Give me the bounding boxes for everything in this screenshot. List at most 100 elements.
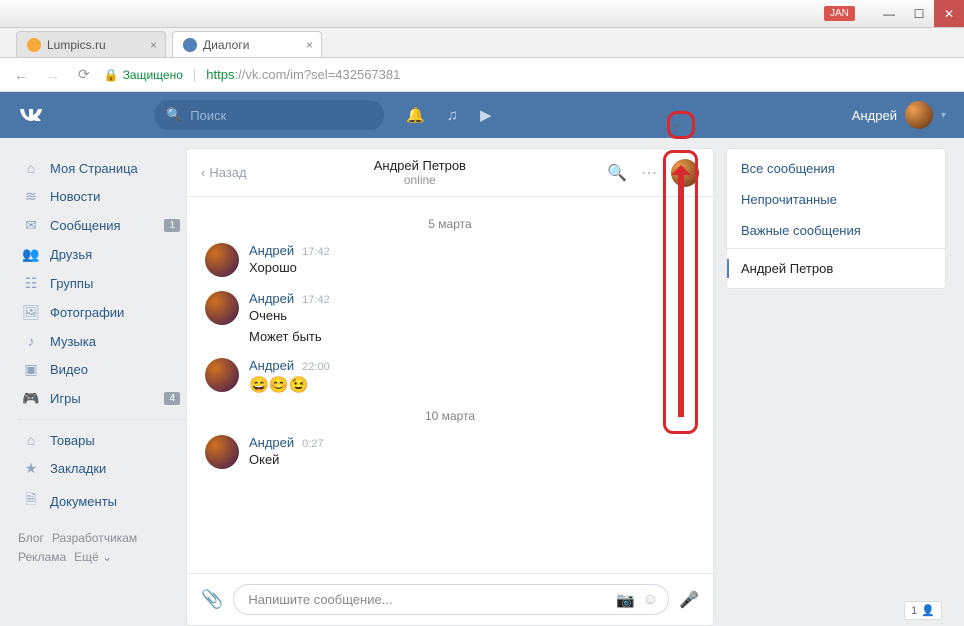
window-close[interactable]: ✕: [934, 0, 964, 27]
message-time: 22:00: [302, 361, 330, 373]
message: Андрей 0:27 Окей: [205, 435, 695, 469]
games-icon: 🎮: [22, 390, 40, 407]
music-icon[interactable]: ♫: [447, 107, 458, 124]
filter-all[interactable]: Все сообщения: [727, 153, 945, 184]
avatar[interactable]: [671, 159, 699, 187]
sidebar-footer: Блог Разработчикам Реклама Ещё ⌄: [18, 529, 186, 567]
tab-label: Диалоги: [203, 38, 249, 52]
nav-forward-icon[interactable]: →: [42, 67, 64, 83]
sidebar-item-bookmarks[interactable]: ★Закладки: [18, 454, 186, 483]
compose-bar: 📎 Напишите сообщение... 📷 ☺ 🎤: [187, 573, 713, 625]
search-placeholder: Поиск: [190, 108, 226, 123]
sidebar-item-news[interactable]: ≋ Новости: [18, 182, 186, 211]
docs-icon: 🗎: [22, 489, 40, 513]
window-minimize[interactable]: —: [874, 0, 904, 27]
message-text: Окей: [249, 452, 324, 467]
nav-separator: [18, 419, 186, 420]
attach-icon[interactable]: 📎: [201, 589, 223, 610]
feed-icon: ≋: [22, 188, 40, 205]
sidebar-item-docs[interactable]: 🗎Документы: [18, 483, 186, 519]
message-time: 0:27: [302, 438, 323, 450]
link-more[interactable]: Ещё ⌄: [74, 550, 112, 564]
url-separator: |: [193, 67, 196, 82]
window-maximize[interactable]: ☐: [904, 0, 934, 27]
chevron-down-icon: ▾: [941, 110, 946, 121]
message-text: Хорошо: [249, 260, 330, 275]
url-text[interactable]: https://vk.com/im?sel=432567381: [206, 67, 400, 82]
sidebar-label: Сообщения: [50, 218, 121, 233]
sender-name[interactable]: Андрей: [249, 358, 294, 373]
annotation-icon: ⇡: [671, 122, 680, 135]
filter-unread[interactable]: Непрочитанные: [727, 184, 945, 215]
sidebar-item-video[interactable]: ▣ Видео: [18, 355, 186, 384]
close-tab-icon[interactable]: ×: [150, 38, 157, 52]
message-emoji: 😄😊😉: [249, 375, 330, 395]
secure-indicator: 🔒 Защищено: [104, 68, 183, 82]
nav-back-icon[interactable]: ←: [10, 67, 32, 83]
video-icon[interactable]: ▶: [480, 106, 492, 124]
notifications-icon[interactable]: 🔔: [406, 106, 425, 124]
secure-label: Защищено: [123, 68, 183, 82]
friends-icon: 👥: [22, 246, 40, 263]
sidebar-label: Видео: [50, 362, 88, 377]
sidebar-label: Музыка: [50, 334, 96, 349]
sidebar-item-groups[interactable]: ☷Группы: [18, 269, 186, 298]
sidebar-label: Новости: [50, 189, 100, 204]
sidebar-item-music[interactable]: ♪ Музыка: [18, 327, 186, 355]
avatar: [905, 101, 933, 129]
message-text: Может быть: [249, 329, 330, 344]
sidebar-label: Моя Страница: [50, 161, 138, 176]
badge: 4: [164, 392, 180, 405]
more-icon[interactable]: ⋯: [641, 163, 657, 183]
message: Андрей17:42 Очень Может быть: [205, 291, 695, 344]
sidebar-item-friends[interactable]: 👥 Друзья: [18, 240, 186, 269]
message: Андрей 22:00 😄😊😉: [205, 358, 695, 395]
message-time: 17:42: [302, 294, 330, 306]
sidebar-label: Друзья: [50, 247, 92, 262]
message-list[interactable]: 5 марта Андрей17:42 Хорошо Андрей17:42 О…: [187, 197, 713, 573]
browser-tabstrip: Lumpics.ru × Диалоги ×: [0, 28, 964, 58]
filter-current[interactable]: Андрей Петров: [727, 253, 945, 284]
chat-title[interactable]: Андрей Петров online: [247, 158, 593, 187]
browser-tab-active[interactable]: Диалоги ×: [172, 31, 322, 57]
music-icon: ♪: [22, 333, 40, 349]
back-button[interactable]: ‹Назад: [201, 165, 247, 180]
avatar[interactable]: [205, 358, 239, 392]
close-tab-icon[interactable]: ×: [306, 38, 313, 52]
message-placeholder: Напишите сообщение...: [248, 592, 392, 607]
message-input[interactable]: Напишите сообщение... 📷 ☺: [233, 584, 669, 615]
sidebar-item-profile[interactable]: ⌂Моя Страница: [18, 154, 186, 182]
emoji-icon[interactable]: ☺: [643, 591, 658, 609]
sender-name[interactable]: Андрей: [249, 435, 294, 450]
search-in-chat-icon[interactable]: 🔍: [607, 163, 627, 183]
sender-name[interactable]: Андрей: [249, 243, 294, 258]
sender-name[interactable]: Андрей: [249, 291, 294, 306]
search-input[interactable]: 🔍 Поиск: [154, 100, 384, 130]
user-menu[interactable]: Андрей ▾: [852, 101, 946, 129]
vk-logo[interactable]: [18, 105, 44, 126]
link-ads[interactable]: Реклама: [18, 550, 66, 564]
tab-label: Lumpics.ru: [47, 38, 106, 52]
groups-icon: ☷: [22, 275, 40, 292]
browser-tab[interactable]: Lumpics.ru ×: [16, 31, 166, 57]
chat-header: ‹Назад Андрей Петров online 🔍 ⋯: [187, 149, 713, 197]
avatar[interactable]: [205, 243, 239, 277]
avatar[interactable]: [205, 291, 239, 325]
avatar[interactable]: [205, 435, 239, 469]
link-dev[interactable]: Разработчикам: [52, 531, 137, 545]
mic-icon[interactable]: 🎤: [679, 590, 699, 610]
sidebar-item-messages[interactable]: ✉Сообщения1: [18, 211, 186, 240]
sidebar-item-photos[interactable]: 🖼 Фотографии: [18, 298, 186, 327]
photos-icon: 🖼: [22, 304, 40, 321]
camera-icon[interactable]: 📷: [616, 591, 635, 609]
link-blog[interactable]: Блог: [18, 531, 44, 545]
video-icon: ▣: [22, 361, 40, 378]
online-counter[interactable]: 1 👤: [904, 601, 942, 620]
sidebar-item-market[interactable]: ⌂Товары: [18, 426, 186, 454]
filter-important[interactable]: Важные сообщения: [727, 215, 945, 249]
browser-addressbar: ← → ⟳ 🔒 Защищено | https://vk.com/im?sel…: [0, 58, 964, 92]
bookmarks-icon: ★: [22, 460, 40, 477]
sidebar-item-games[interactable]: 🎮Игры4: [18, 384, 186, 413]
sidebar-label: Фотографии: [50, 305, 124, 320]
nav-reload-icon[interactable]: ⟳: [74, 66, 94, 83]
